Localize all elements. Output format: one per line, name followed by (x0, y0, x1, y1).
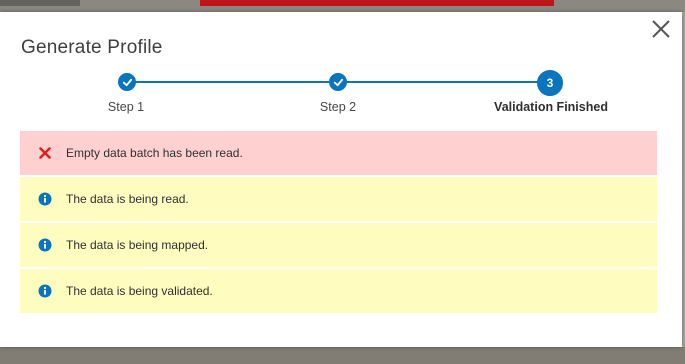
info-icon (38, 284, 52, 298)
step-3-label: Validation Finished (494, 100, 608, 114)
info-message: The data is being validated. (20, 269, 657, 313)
step-1-label: Step 1 (107, 100, 145, 114)
info-message: The data is being read. (20, 177, 657, 221)
info-icon (38, 192, 52, 206)
stepper: 3 Step 1 Step 2 Validation Finished (0, 70, 682, 120)
backdrop-red-banner (200, 0, 554, 6)
step-2-indicator (329, 73, 347, 91)
step-1-indicator (118, 73, 136, 91)
step-connector-2-3 (338, 81, 550, 83)
check-icon (333, 78, 343, 86)
close-button[interactable] (650, 18, 672, 40)
info-icon (38, 238, 52, 252)
step-3-indicator: 3 (537, 70, 563, 96)
info-message: The data is being mapped. (20, 223, 657, 267)
message-text: The data is being read. (66, 192, 189, 206)
backdrop-title-fragment (0, 0, 80, 6)
x-icon (38, 146, 52, 160)
message-text: Empty data batch has been read. (66, 146, 243, 160)
step-connector-1-2 (127, 81, 338, 83)
generate-profile-dialog: Generate Profile 3 Step 1 Step 2 Validat… (0, 12, 682, 347)
close-icon (652, 20, 670, 38)
backdrop-header (0, 0, 685, 12)
backdrop-footer (0, 347, 685, 364)
check-icon (122, 78, 132, 86)
message-text: The data is being validated. (66, 284, 213, 298)
step-2-label: Step 2 (319, 100, 357, 114)
message-text: The data is being mapped. (66, 238, 209, 252)
dialog-title: Generate Profile (21, 37, 163, 58)
error-message: Empty data batch has been read. (20, 131, 657, 175)
message-list: Empty data batch has been read. The data… (20, 131, 657, 315)
